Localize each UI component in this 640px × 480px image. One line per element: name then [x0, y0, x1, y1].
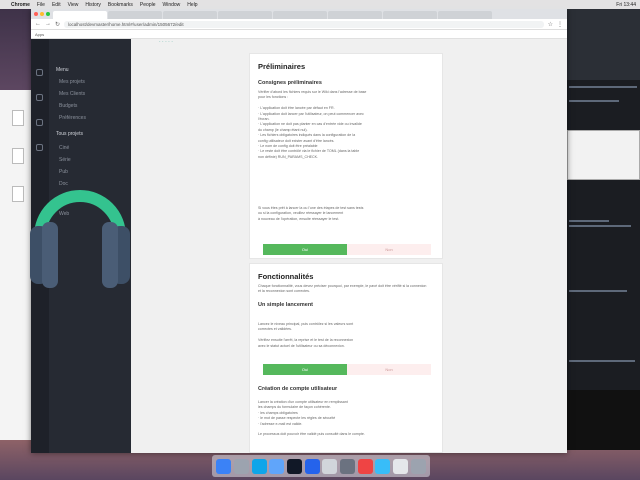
section-title: Consignes préliminaires — [258, 80, 322, 86]
menubar-item-help[interactable]: Help — [187, 2, 197, 8]
star-icon[interactable]: ☆ — [548, 21, 553, 28]
settings-icon[interactable] — [36, 144, 43, 151]
sidebar-section-menu: Menu — [56, 67, 69, 73]
chrome-icon[interactable] — [357, 458, 373, 474]
bookmark-apps[interactable]: Apps — [35, 32, 44, 37]
browser-tab[interactable] — [383, 11, 437, 19]
sidebar-item[interactable]: Mes projets — [59, 79, 85, 85]
browser-toolbar: ← → ↻ localhost/devmaster/home.html#/use… — [31, 19, 567, 30]
bookmarks-bar: Apps — [31, 30, 567, 39]
window-controls — [34, 12, 50, 16]
sidebar-item[interactable]: Préférences — [59, 115, 86, 121]
reload-icon[interactable]: ↻ — [55, 21, 60, 28]
launchpad-icon[interactable] — [233, 458, 249, 474]
subsection-title: Un simple lancement — [258, 302, 314, 308]
yes-button[interactable]: Oui — [263, 364, 347, 375]
sidebar-item[interactable]: Ciné — [59, 145, 69, 151]
ide-panel[interactable] — [567, 130, 640, 180]
page-title: Préliminaires — [258, 62, 306, 71]
tab-strip — [31, 9, 567, 19]
browser-tab[interactable] — [53, 11, 107, 19]
account-text: Lancer la création d'un compte utilisate… — [258, 400, 365, 437]
minimize-window-icon[interactable] — [40, 12, 44, 16]
close-window-icon[interactable] — [34, 12, 38, 16]
no-button[interactable]: Non — [347, 364, 431, 375]
home-icon[interactable] — [36, 69, 43, 76]
menubar-item-edit[interactable]: Edit — [52, 2, 61, 8]
page-top-fragment: · · · · · — [159, 39, 173, 45]
menubar-item-bookmarks[interactable]: Bookmarks — [108, 2, 133, 8]
dock — [212, 455, 430, 477]
document-icon[interactable] — [12, 110, 24, 126]
headphones-icon — [30, 190, 130, 288]
folder-icon[interactable] — [36, 119, 43, 126]
back-icon[interactable]: ← — [35, 21, 41, 27]
menubar-item-people[interactable]: People — [140, 2, 156, 8]
menubar-item-window[interactable]: Window — [163, 2, 181, 8]
sidebar-item[interactable]: Mes Clients — [59, 91, 85, 97]
browser-tab[interactable] — [163, 11, 217, 19]
dark-window[interactable] — [567, 390, 640, 450]
app-store-icon[interactable] — [375, 458, 391, 474]
photos-icon[interactable] — [339, 458, 355, 474]
sidebar-item[interactable]: Budgets — [59, 103, 77, 109]
notes-icon[interactable] — [392, 458, 408, 474]
subsection-title: Création de compte utilisateur — [258, 386, 338, 392]
code-editor-window[interactable] — [567, 9, 640, 84]
document-icon[interactable] — [12, 148, 24, 164]
vscode-icon[interactable] — [304, 458, 320, 474]
menu-icon[interactable]: ⋮ — [557, 21, 563, 28]
sidebar-item[interactable]: Pub — [59, 169, 68, 175]
preview-icon[interactable] — [322, 458, 338, 474]
trash-icon[interactable] — [410, 458, 426, 474]
yes-button[interactable]: Oui — [263, 244, 347, 255]
clock[interactable]: Fri 13:44 — [616, 2, 636, 8]
launch-text: Lancez le niveau principal, puis contrôl… — [258, 322, 354, 348]
finder-icon[interactable] — [216, 458, 232, 474]
features-card: Fonctionnalités Chaque fonctionnalité, v… — [249, 263, 443, 453]
safari-icon[interactable] — [251, 458, 267, 474]
browser-tab[interactable] — [273, 11, 327, 19]
browser-tab[interactable] — [218, 11, 272, 19]
sidebar-section-projects: Tous projets — [56, 131, 83, 137]
terminal-icon[interactable] — [286, 458, 302, 474]
forward-icon[interactable]: → — [45, 21, 51, 27]
mail-icon[interactable] — [269, 458, 285, 474]
browser-tab[interactable] — [108, 11, 162, 19]
instructions-text-2: Si vous êtes prêt à lancer la ou l'une d… — [258, 206, 364, 221]
user-icon[interactable] — [36, 94, 43, 101]
main-content: · · · · · Préliminaires Consignes prélim… — [131, 39, 567, 453]
menubar-item-history[interactable]: History — [85, 2, 101, 8]
features-intro: Chaque fonctionnalité, vous devez précis… — [258, 284, 427, 294]
preliminaries-card: Préliminaires Consignes préliminaires Vé… — [249, 53, 443, 259]
address-bar[interactable]: localhost/devmaster/home.html#/user/admi… — [64, 20, 544, 28]
menubar-app-name[interactable]: Chrome — [11, 2, 30, 8]
no-button[interactable]: Non — [347, 244, 431, 255]
menubar-item-view[interactable]: View — [68, 2, 79, 8]
browser-tab[interactable] — [438, 11, 492, 19]
section-heading: Fonctionnalités — [258, 272, 314, 281]
maximize-window-icon[interactable] — [46, 12, 50, 16]
browser-tab[interactable] — [328, 11, 382, 19]
menubar-item-file[interactable]: File — [37, 2, 45, 8]
sidebar-item[interactable]: Série — [59, 157, 71, 163]
document-icon[interactable] — [12, 186, 24, 202]
instructions-text: Vérifier d'abord les fichiers requis sur… — [258, 90, 367, 159]
mac-menubar: Chrome File Edit View History Bookmarks … — [0, 0, 640, 9]
terminal-window[interactable] — [567, 80, 640, 400]
